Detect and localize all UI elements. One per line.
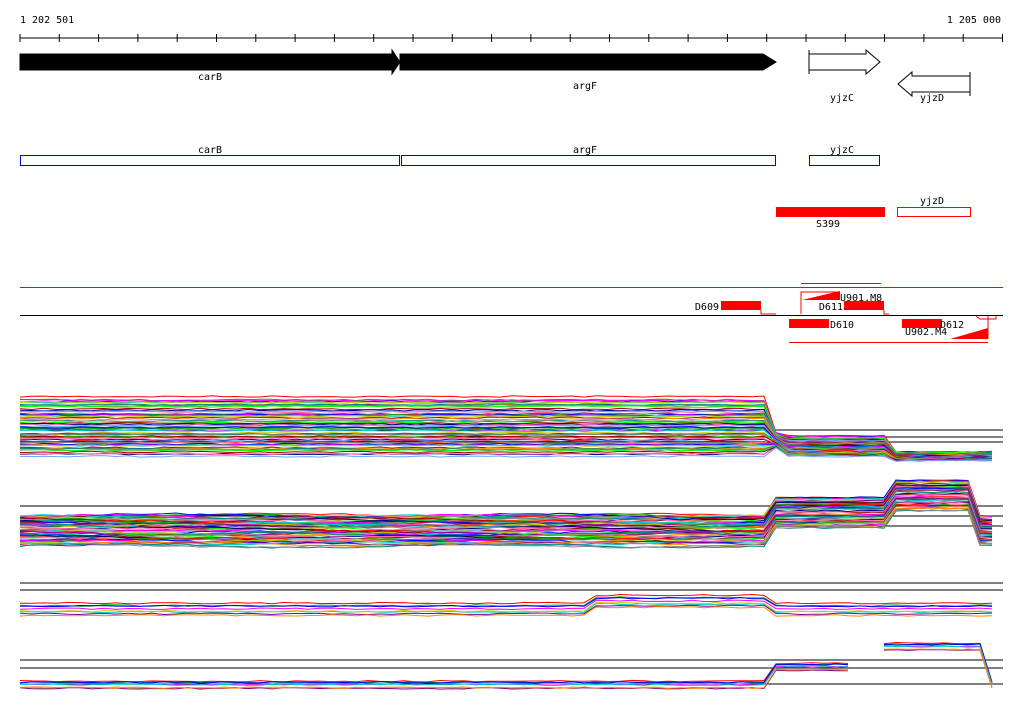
feature-D610[interactable]	[789, 319, 829, 328]
expression-line	[883, 645, 993, 685]
gene-arrow-argF[interactable]	[399, 53, 777, 71]
feature-label-U902: U902.M4	[905, 327, 947, 338]
cds-label-yjzC: yjzC	[830, 145, 854, 156]
segment-label-yjzD: yjzD	[920, 196, 944, 207]
feature-label-D611: D611	[819, 302, 843, 313]
feature-D609[interactable]	[721, 301, 761, 310]
gene-label-yjzC: yjzC	[830, 93, 854, 104]
expression-line	[19, 599, 993, 611]
gene-label-yjzD: yjzD	[920, 93, 944, 104]
genome-browser-view: 1 202 501 1 205 000 carB argF yjzC yjzD …	[19, 15, 1003, 690]
ruler-start-label: 1 202 501	[20, 15, 74, 26]
gene-label-carB: carB	[198, 72, 222, 83]
feature-D611[interactable]	[844, 301, 884, 310]
expression-line	[883, 644, 993, 685]
cds-label-carB: carB	[198, 145, 222, 156]
segment-yjzD[interactable]	[897, 207, 971, 217]
feature-track: U901.M8 D609 D611 D610 D612 U902.M4	[20, 283, 1003, 343]
cds-track: carB argF yjzC	[20, 145, 880, 166]
segment-S399[interactable]	[776, 207, 885, 217]
cds-box-carB[interactable]	[20, 155, 400, 166]
feature-tail-D612	[975, 315, 997, 320]
gene-track: carB argF yjzC yjzD	[19, 48, 971, 104]
expression-line	[19, 596, 993, 607]
expression-line	[19, 668, 849, 689]
cds-label-argF: argF	[573, 145, 597, 156]
cds-box-argF[interactable]	[401, 155, 776, 166]
expression-track-4	[19, 641, 1003, 690]
expression-line	[883, 641, 993, 683]
expression-track-1	[19, 395, 1003, 462]
expression-track-2	[19, 479, 1003, 549]
feature-tail-D611	[883, 310, 889, 315]
segment-label-S399: S399	[816, 219, 840, 230]
feature-label-D610: D610	[830, 320, 854, 331]
gene-arrow-carB[interactable]	[19, 48, 401, 76]
gene-label-argF: argF	[573, 81, 597, 92]
expression-track-3	[19, 582, 1003, 617]
cds-box-yjzC[interactable]	[809, 155, 880, 166]
coordinate-ruler: 1 202 501 1 205 000	[19, 15, 1003, 42]
feature-label-D609: D609	[695, 302, 719, 313]
gene-arrow-yjzC[interactable]	[808, 48, 881, 76]
feature-tail-D609	[760, 310, 776, 315]
expression-line	[19, 663, 849, 684]
expression-line	[19, 669, 848, 690]
segment-track: S399 yjzD	[776, 196, 971, 230]
expression-line	[19, 668, 849, 689]
expression-line	[19, 662, 849, 683]
expression-line	[883, 649, 993, 688]
expression-line	[19, 663, 849, 684]
ruler-end-label: 1 205 000	[947, 15, 1001, 26]
expression-line	[20, 593, 993, 605]
